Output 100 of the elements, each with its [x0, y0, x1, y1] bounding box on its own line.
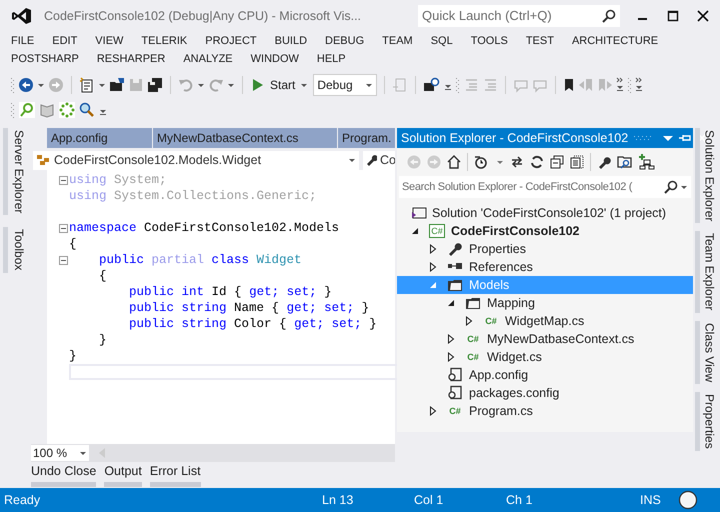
side-tab[interactable]: Toolbox [3, 227, 30, 273]
tree-item[interactable]: C# Program.cs [397, 402, 693, 420]
menu-item[interactable]: HELP [316, 50, 346, 68]
status-text: Ch 1 [506, 492, 534, 509]
book-icon[interactable] [39, 102, 55, 118]
tree-item[interactable]: C# Widget.cs [397, 348, 693, 366]
collapsed-arrow-icon[interactable] [465, 316, 473, 326]
caret-icon[interactable] [98, 81, 106, 89]
collapse-icon[interactable] [58, 176, 68, 184]
status-text: Ln 13 [322, 492, 354, 509]
tree-item[interactable]: packages.config [397, 384, 693, 402]
refresh-icon[interactable] [530, 155, 544, 169]
side-tab[interactable]: Properties [695, 392, 719, 451]
vs-logo-icon [12, 7, 32, 25]
menu-item[interactable]: RESHARPER [96, 50, 166, 68]
class-icon [36, 154, 50, 166]
menu-item[interactable]: DEBUG [325, 32, 364, 50]
show-all-files-icon[interactable] [570, 155, 584, 169]
caret-icon[interactable] [496, 158, 504, 166]
caret-icon [365, 81, 374, 89]
menu-item[interactable]: EDIT [52, 32, 78, 50]
code-line: public string Name { get; set; } [128, 300, 370, 316]
find-icon[interactable] [423, 77, 442, 93]
code-line: namespace CodeFirstConsole102.Models [69, 220, 340, 236]
tree-item[interactable]: App.config [397, 366, 693, 384]
configuration-dropdown[interactable]: Debug [313, 74, 378, 96]
collapsed-arrow-icon[interactable] [447, 334, 455, 344]
menu-item[interactable]: TEAM [382, 32, 413, 50]
collapsed-arrow-icon[interactable] [429, 244, 437, 254]
spinner-icon[interactable] [59, 102, 75, 118]
menu-item[interactable]: WINDOW [250, 50, 299, 68]
caret-icon[interactable] [197, 81, 205, 89]
collapsed-arrow-icon[interactable] [447, 352, 455, 362]
caret-icon [348, 156, 356, 164]
menu-item[interactable]: VIEW [95, 32, 124, 50]
menu-item[interactable]: BUILD [274, 32, 308, 50]
code-line: { [98, 268, 108, 284]
collapsed-arrow-icon[interactable] [429, 406, 437, 416]
circle-icon [678, 490, 698, 510]
menu-item[interactable]: TEST [526, 32, 554, 50]
side-tab[interactable]: Server Explorer [3, 128, 30, 216]
tree-item[interactable]: Properties [397, 240, 693, 258]
bookmark-icon[interactable] [563, 77, 576, 93]
window-title: CodeFirstConsole102 (Debug|Any CPU) - Microsoft Vis... [44, 8, 362, 25]
type-dropdown[interactable]: CodeFirstConsole102.Models.Widget [33, 150, 359, 170]
class-diagram-icon[interactable] [639, 154, 655, 170]
document-tab[interactable]: MyNewDatbaseContext.cs [153, 128, 337, 148]
folder-search-icon[interactable] [617, 155, 633, 169]
side-tab[interactable]: Class View [695, 320, 719, 384]
tree-item[interactable]: C# CodeFirstConsole102 [397, 222, 693, 240]
menu-item[interactable]: ANALYZE [183, 50, 233, 68]
menu-item[interactable]: TOOLS [470, 32, 508, 50]
expanded-arrow-icon[interactable] [411, 227, 419, 235]
open-folder-icon[interactable] [109, 77, 125, 93]
caret-icon[interactable] [37, 81, 45, 89]
magnifier-icon[interactable] [19, 102, 35, 118]
code-line: using System; [69, 172, 168, 188]
new-item-icon[interactable] [79, 77, 95, 93]
menu-item[interactable]: POSTSHARP [11, 50, 79, 68]
csharp-file-icon: C# [465, 350, 481, 364]
search-field[interactable]: Search Solution Explorer - CodeFirstConsole102 ( [399, 176, 691, 198]
tree-item[interactable]: Solution 'CodeFirstConsole102' (1 project) [397, 204, 693, 222]
start-button[interactable]: Start [250, 75, 298, 95]
caret-icon[interactable] [227, 81, 235, 89]
sync-icon[interactable] [510, 155, 524, 169]
menu-item[interactable]: TELERIK [141, 32, 188, 50]
home-icon[interactable] [447, 155, 461, 169]
menu-item[interactable]: ARCHITECTURE [572, 32, 658, 50]
caret-icon[interactable] [300, 81, 308, 89]
menu-item[interactable]: PROJECT [205, 32, 257, 50]
collapse-icon[interactable] [58, 256, 68, 264]
side-tab[interactable]: Solution Explorer [695, 128, 719, 224]
save-all-icon[interactable] [147, 77, 163, 93]
play-icon [252, 78, 264, 92]
wrench-icon [365, 154, 377, 166]
document-tab[interactable]: Program. [338, 128, 395, 148]
csharp-file-icon: C# [483, 314, 499, 328]
clock-icon[interactable] [474, 155, 490, 169]
code-editor[interactable] [47, 170, 395, 444]
tree-item[interactable]: References [397, 258, 693, 276]
collapsed-arrow-icon[interactable] [429, 262, 437, 272]
tree-item[interactable]: C# WidgetMap.cs [397, 312, 693, 330]
side-tab[interactable]: Team Explorer [695, 231, 719, 313]
document-tab[interactable]: App.config [47, 128, 152, 148]
back-icon[interactable] [18, 77, 34, 93]
zoom-dropdown[interactable]: 100 % [31, 445, 89, 461]
tree-item[interactable]: C# MyNewDatbaseContext.cs [397, 330, 693, 348]
overflow-icon[interactable] [635, 77, 644, 93]
search-icon[interactable] [79, 102, 95, 118]
pin-icon[interactable] [678, 133, 692, 143]
quick-launch-field[interactable]: Quick Launch (Ctrl+Q) [418, 5, 620, 27]
collapse-icon[interactable] [58, 224, 68, 232]
menu-item[interactable]: SQL [430, 32, 453, 50]
expanded-arrow-icon[interactable] [447, 299, 455, 307]
tree-item[interactable]: Mapping [397, 294, 693, 312]
collapse-all-icon[interactable] [550, 155, 564, 169]
dropdown-icon[interactable] [662, 133, 674, 143]
overflow-icon[interactable] [616, 77, 624, 93]
menu-item[interactable]: FILE [11, 32, 34, 50]
wrench-icon[interactable] [597, 155, 611, 169]
